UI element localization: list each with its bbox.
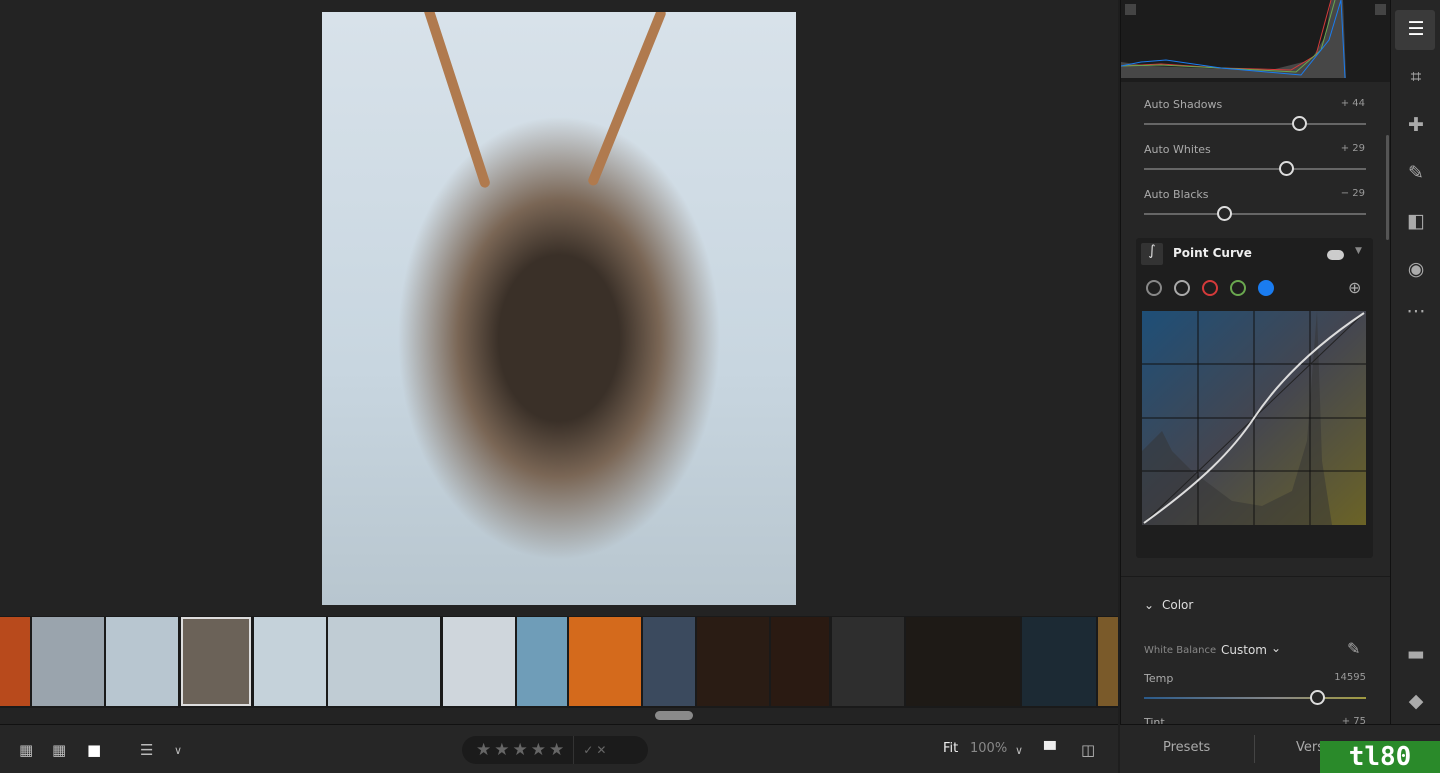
- healing-icon[interactable]: ✚: [1405, 114, 1427, 136]
- chevron-down-icon[interactable]: ⌄: [1271, 641, 1281, 655]
- white-balance-dropdown[interactable]: Custom: [1221, 643, 1267, 657]
- channel-rgb-button[interactable]: [1174, 280, 1190, 296]
- filmstrip-thumbnail[interactable]: [106, 617, 178, 706]
- clipping-shadows-icon: [1125, 4, 1136, 15]
- watermark-logo: tl80: [1320, 741, 1440, 773]
- temp-slider[interactable]: [1144, 690, 1366, 705]
- rating-control: ★ ★ ★ ★ ★ ✓ ✕: [462, 736, 648, 764]
- filmstrip-thumbnail[interactable]: [328, 617, 440, 706]
- filmstrip-thumbnail[interactable]: [517, 617, 567, 706]
- filmstrip-thumbnail[interactable]: [697, 617, 769, 706]
- sort-icon[interactable]: ☰: [140, 741, 153, 759]
- filmstrip-thumbnail[interactable]: [254, 617, 326, 706]
- radial-gradient-icon[interactable]: ◉: [1405, 258, 1427, 280]
- slider-knob[interactable]: [1216, 206, 1232, 221]
- flag-reject-icon[interactable]: ✕: [596, 743, 606, 757]
- chevron-down-icon[interactable]: ⌄: [1144, 598, 1154, 612]
- channel-green-button[interactable]: [1230, 280, 1246, 296]
- slider-value[interactable]: + 44: [1341, 98, 1365, 109]
- channel-blue-button[interactable]: [1258, 280, 1274, 296]
- grid-large-icon[interactable]: ▦: [19, 741, 33, 759]
- edit-panel: Auto Shadows + 44 Auto Whites + 29 Auto Blac…: [1120, 0, 1391, 724]
- filmstrip-icon[interactable]: ▀: [1044, 741, 1056, 759]
- chevron-down-icon[interactable]: ∨: [1015, 744, 1023, 757]
- filmstrip-thumbnail[interactable]: [32, 617, 104, 706]
- tool-rail: ☰ ⌗ ✚ ✎ ◧ ◉ ⋯ ▬ ◆: [1390, 0, 1440, 724]
- tint-label: Tint: [1144, 716, 1165, 724]
- eyedropper-icon[interactable]: ✎: [1347, 639, 1360, 658]
- filmstrip-thumbnail[interactable]: [443, 617, 515, 706]
- filmstrip-thumbnail[interactable]: [0, 617, 30, 706]
- filmstrip-thumbnail[interactable]: [771, 617, 829, 706]
- zoom-dropdown[interactable]: 100%: [970, 741, 1007, 756]
- star-4[interactable]: ★: [531, 740, 546, 760]
- slider-label: Auto Whites: [1144, 143, 1211, 156]
- slider-track[interactable]: [1144, 161, 1366, 176]
- compare-icon[interactable]: ◫: [1081, 741, 1095, 759]
- slider-label: Auto Blacks: [1144, 188, 1209, 201]
- flag-pick-icon[interactable]: ✓: [583, 743, 593, 757]
- main-photo: [322, 12, 796, 605]
- star-3[interactable]: ★: [513, 740, 528, 760]
- filmstrip-thumbnail[interactable]: [181, 617, 251, 706]
- target-adjust-icon[interactable]: ⊕: [1348, 278, 1361, 297]
- panel-scrollbar[interactable]: [1386, 135, 1389, 240]
- curve-icon: ∫: [1141, 243, 1163, 265]
- star-1[interactable]: ★: [476, 740, 491, 760]
- temp-value[interactable]: 14595: [1334, 672, 1366, 683]
- channel-red-button[interactable]: [1202, 280, 1218, 296]
- bottom-toolbar: ▦ ▦ ■ ☰ ∨ ★ ★ ★ ★ ★ ✓ ✕ Fit 100% ∨ ▀ ◫: [0, 724, 1118, 773]
- linear-gradient-icon[interactable]: ◧: [1405, 210, 1427, 232]
- temp-slider-knob[interactable]: [1310, 690, 1326, 705]
- fit-button[interactable]: Fit: [943, 741, 958, 756]
- slider-value[interactable]: + 29: [1341, 143, 1365, 154]
- more-icon[interactable]: ⋯: [1405, 300, 1427, 322]
- clipping-highlights-icon: [1375, 4, 1386, 15]
- filmstrip-thumbnail[interactable]: [1098, 617, 1118, 706]
- brush-icon[interactable]: ✎: [1405, 162, 1427, 184]
- filmstrip-thumbnail[interactable]: [643, 617, 695, 706]
- filmstrip-thumbnail[interactable]: [1022, 617, 1096, 706]
- filmstrip: [0, 616, 1118, 708]
- white-balance-label: White Balance: [1144, 645, 1217, 656]
- histogram: [1121, 0, 1391, 82]
- star-2[interactable]: ★: [494, 740, 509, 760]
- slider-track[interactable]: [1144, 206, 1366, 221]
- slider-label: Auto Shadows: [1144, 98, 1223, 111]
- filmstrip-thumbnail[interactable]: [906, 617, 1020, 706]
- filmstrip-scrollbar[interactable]: [655, 711, 693, 720]
- slider-knob[interactable]: [1292, 116, 1308, 131]
- slider-track[interactable]: [1144, 116, 1366, 131]
- chevron-down-icon[interactable]: ▼: [1355, 246, 1362, 256]
- filmstrip-thumbnail[interactable]: [832, 617, 904, 706]
- point-curve-section: ∫ Point Curve ▼ ⊕: [1136, 238, 1373, 558]
- color-section: ⌄ Color White Balance Custom ⌄ ✎ Temp 14…: [1121, 576, 1391, 724]
- grid-small-icon[interactable]: ▦: [52, 741, 66, 759]
- divider: [573, 736, 575, 764]
- single-view-icon[interactable]: ■: [87, 741, 101, 759]
- curve-graph[interactable]: [1142, 311, 1366, 525]
- slider-value[interactable]: − 29: [1341, 188, 1365, 199]
- edit-sliders-icon[interactable]: ☰: [1405, 18, 1427, 40]
- curve-toggle[interactable]: [1327, 250, 1344, 260]
- filmstrip-thumbnail[interactable]: [569, 617, 641, 706]
- temp-label: Temp: [1144, 672, 1174, 685]
- tag-icon[interactable]: ◆: [1405, 690, 1427, 712]
- slider-knob[interactable]: [1279, 161, 1295, 176]
- section-title[interactable]: Color: [1162, 598, 1193, 612]
- section-title: Point Curve: [1173, 246, 1252, 260]
- comment-icon[interactable]: ▬: [1405, 643, 1427, 665]
- crop-icon[interactable]: ⌗: [1405, 66, 1427, 88]
- star-5[interactable]: ★: [549, 740, 564, 760]
- tab-presets[interactable]: Presets: [1163, 740, 1210, 755]
- chevron-down-icon[interactable]: ∨: [174, 744, 182, 757]
- tint-value: + 75: [1341, 716, 1366, 724]
- channel-parametric-button[interactable]: [1146, 280, 1162, 296]
